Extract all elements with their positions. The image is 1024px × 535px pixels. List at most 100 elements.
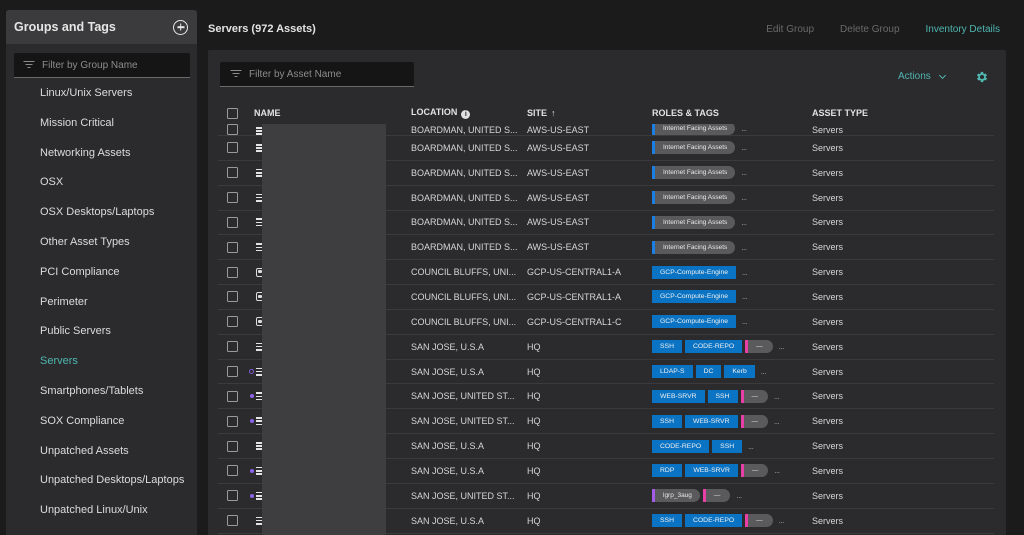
custom-tag[interactable]: — bbox=[740, 389, 768, 403]
delete-group-link[interactable]: Delete Group bbox=[840, 24, 899, 35]
actions-dropdown[interactable]: Actions bbox=[898, 71, 946, 82]
column-roles-tags[interactable]: ROLES & TAGS bbox=[652, 108, 812, 118]
role-tag[interactable]: DC bbox=[695, 365, 722, 379]
row-checkbox[interactable] bbox=[227, 192, 238, 204]
info-icon[interactable]: i bbox=[461, 110, 471, 119]
more-tags-button[interactable]: ... bbox=[774, 392, 780, 401]
custom-tag[interactable]: — bbox=[745, 340, 773, 354]
role-tag[interactable]: RDP bbox=[652, 464, 683, 478]
row-checkbox[interactable] bbox=[227, 440, 238, 452]
sidebar-item-unpatched-assets[interactable]: Unpatched Assets bbox=[6, 437, 197, 467]
sidebar-item-servers[interactable]: Servers bbox=[6, 347, 197, 377]
row-checkbox[interactable] bbox=[227, 515, 238, 527]
role-tag[interactable]: SSH bbox=[652, 514, 682, 528]
custom-tag[interactable]: — bbox=[702, 489, 731, 503]
row-checkbox[interactable] bbox=[227, 390, 238, 402]
sidebar-item-unpatched-linux-unix[interactable]: Unpatched Linux/Unix bbox=[6, 496, 197, 526]
more-tags-button[interactable]: ... bbox=[741, 218, 747, 227]
column-name[interactable]: NAME bbox=[254, 108, 402, 118]
row-checkbox[interactable] bbox=[227, 465, 238, 477]
row-checkbox[interactable] bbox=[227, 366, 238, 378]
role-tag[interactable]: GCP-Compute-Engine bbox=[652, 265, 736, 279]
custom-tag[interactable]: Internet Facing Assets bbox=[652, 166, 736, 180]
asset-location: SAN JOSE, U.S.A bbox=[411, 441, 485, 452]
column-location[interactable]: LOCATION i bbox=[402, 107, 527, 119]
add-group-icon[interactable] bbox=[173, 19, 188, 35]
asset-roles-tags: Internet Facing Assets... bbox=[652, 166, 812, 180]
more-tags-button[interactable]: ... bbox=[741, 243, 747, 252]
row-checkbox[interactable] bbox=[227, 291, 238, 303]
sidebar-item-mission-critical[interactable]: Mission Critical bbox=[6, 109, 197, 139]
asset-roles-tags: Internet Facing Assets... bbox=[652, 240, 812, 254]
role-tag[interactable]: WEB-SRVR bbox=[652, 389, 705, 403]
role-tag[interactable]: SSH bbox=[712, 439, 743, 453]
row-checkbox[interactable] bbox=[227, 241, 238, 253]
more-tags-button[interactable]: ... bbox=[779, 516, 785, 525]
inventory-details-link[interactable]: Inventory Details bbox=[926, 24, 1000, 35]
row-checkbox[interactable] bbox=[227, 490, 238, 502]
role-tag[interactable]: SSH bbox=[652, 340, 682, 354]
row-checkbox[interactable] bbox=[227, 167, 238, 179]
custom-tag[interactable]: Internet Facing Assets bbox=[652, 215, 736, 229]
row-checkbox[interactable] bbox=[227, 124, 238, 135]
role-tag[interactable]: SSH bbox=[707, 389, 738, 403]
role-tag[interactable]: CODE-REPO bbox=[684, 514, 743, 528]
more-tags-button[interactable]: ... bbox=[741, 193, 747, 202]
edit-group-link[interactable]: Edit Group bbox=[766, 24, 814, 35]
custom-tag[interactable]: Internet Facing Assets bbox=[652, 240, 736, 254]
sidebar-item-smartphones-tablets[interactable]: Smartphones/Tablets bbox=[6, 377, 197, 407]
row-checkbox[interactable] bbox=[227, 216, 238, 228]
more-tags-button[interactable]: ... bbox=[736, 491, 742, 500]
sort-ascending-icon[interactable]: ↑ bbox=[551, 108, 556, 118]
sidebar-item-osx[interactable]: OSX bbox=[6, 168, 197, 198]
more-tags-button[interactable]: ... bbox=[742, 317, 748, 326]
role-tag[interactable]: SSH bbox=[652, 414, 682, 428]
custom-tag[interactable]: — bbox=[740, 414, 768, 428]
more-tags-button[interactable]: ... bbox=[741, 124, 747, 133]
more-tags-button[interactable]: ... bbox=[741, 168, 747, 177]
row-checkbox[interactable] bbox=[227, 266, 238, 278]
row-checkbox[interactable] bbox=[227, 316, 238, 328]
custom-tag[interactable]: Internet Facing Assets bbox=[652, 141, 736, 155]
role-tag[interactable]: CODE-REPO bbox=[652, 439, 710, 453]
role-tag[interactable]: GCP-Compute-Engine bbox=[652, 315, 736, 329]
custom-tag[interactable]: Internet Facing Assets bbox=[652, 191, 736, 205]
sidebar-item-pci-compliance[interactable]: PCI Compliance bbox=[6, 258, 197, 288]
more-tags-button[interactable]: ... bbox=[741, 143, 747, 152]
more-tags-button[interactable]: ... bbox=[742, 292, 748, 301]
sidebar-item-public-servers[interactable]: Public Servers bbox=[6, 317, 197, 347]
group-filter-input[interactable] bbox=[42, 59, 182, 71]
more-tags-button[interactable]: ... bbox=[774, 466, 780, 475]
sidebar-item-sox-compliance[interactable]: SOX Compliance bbox=[6, 407, 197, 437]
role-tag[interactable]: Kerb bbox=[724, 365, 755, 379]
row-checkbox[interactable] bbox=[227, 341, 238, 353]
redacted-name-column bbox=[262, 124, 386, 535]
role-tag[interactable]: GCP-Compute-Engine bbox=[652, 290, 736, 304]
column-site[interactable]: SITE ↑ bbox=[527, 108, 652, 118]
sidebar-item-networking-assets[interactable]: Networking Assets bbox=[6, 139, 197, 169]
asset-filter-input[interactable] bbox=[249, 68, 409, 80]
sidebar-item-perimeter[interactable]: Perimeter bbox=[6, 288, 197, 318]
row-checkbox[interactable] bbox=[227, 415, 238, 427]
role-tag[interactable]: WEB-SRVR bbox=[685, 464, 738, 478]
select-all-checkbox[interactable] bbox=[227, 107, 238, 119]
column-asset-type[interactable]: ASSET TYPE bbox=[812, 108, 912, 118]
role-tag[interactable]: CODE-REPO bbox=[684, 340, 743, 354]
custom-tag[interactable]: Internet Facing Assets bbox=[652, 124, 736, 135]
sidebar-item-other-asset-types[interactable]: Other Asset Types bbox=[6, 228, 197, 258]
sidebar-item-linux-unix-servers[interactable]: Linux/Unix Servers bbox=[6, 79, 197, 109]
custom-tag[interactable]: lgrp_3aug bbox=[652, 489, 700, 503]
custom-tag[interactable]: — bbox=[745, 514, 773, 528]
sidebar-item-osx-desktops-laptops[interactable]: OSX Desktops/Laptops bbox=[6, 198, 197, 228]
sidebar-item-unpatched-desktops-laptops[interactable]: Unpatched Desktops/Laptops bbox=[6, 466, 197, 496]
role-tag[interactable]: LDAP-S bbox=[652, 365, 693, 379]
more-tags-button[interactable]: ... bbox=[761, 367, 767, 376]
gear-icon[interactable] bbox=[975, 70, 989, 84]
more-tags-button[interactable]: ... bbox=[779, 342, 785, 351]
custom-tag[interactable]: — bbox=[740, 464, 769, 478]
more-tags-button[interactable]: ... bbox=[774, 417, 780, 426]
more-tags-button[interactable]: ... bbox=[742, 268, 748, 277]
row-checkbox[interactable] bbox=[227, 142, 238, 154]
role-tag[interactable]: WEB-SRVR bbox=[684, 414, 738, 428]
more-tags-button[interactable]: ... bbox=[748, 442, 754, 451]
